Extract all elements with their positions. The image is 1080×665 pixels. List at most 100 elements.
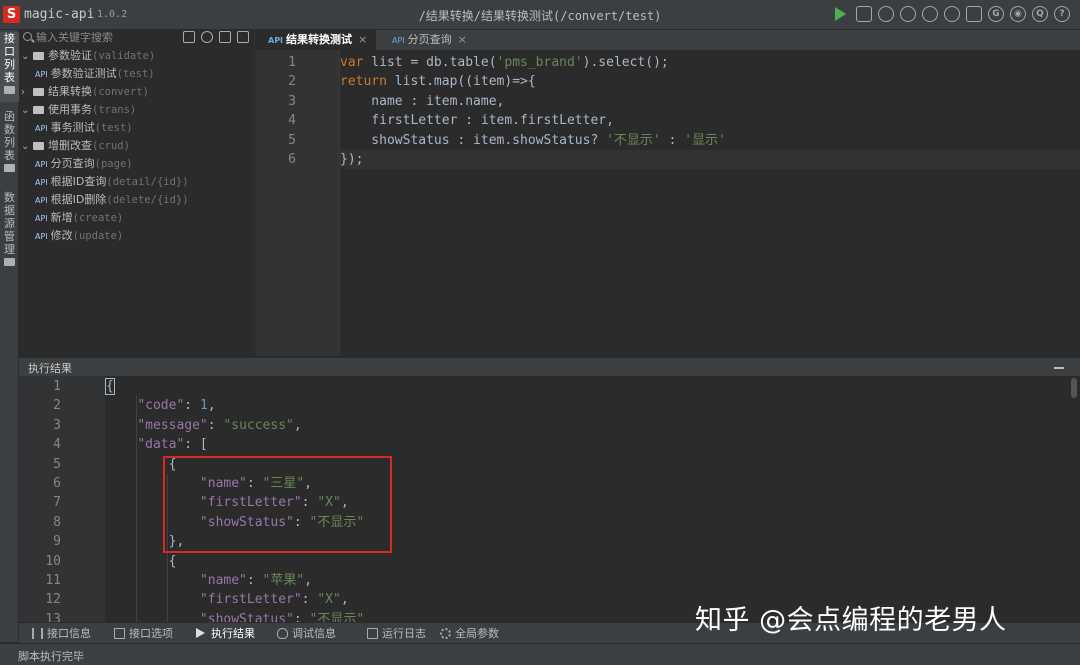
tab-api-list-char: 口 — [4, 45, 15, 58]
bottom-tab[interactable]: 接口信息 — [25, 623, 91, 644]
line-number: 6 — [288, 152, 296, 167]
tree-api-item[interactable]: API 根据ID删除(delete/{id}) — [19, 191, 255, 209]
close-icon[interactable]: × — [358, 33, 367, 46]
code-token: list.map((item)=>{ — [386, 74, 536, 90]
sort-icon[interactable] — [237, 31, 249, 43]
tree-group[interactable]: ⌄ 使用事务(trans) — [19, 101, 255, 119]
json-token: , — [304, 476, 313, 491]
bottom-tab[interactable]: 运行日志 — [360, 623, 426, 644]
json-token: }, — [106, 534, 185, 550]
bottom-tab[interactable]: 调试信息 — [270, 623, 336, 644]
save-icon[interactable] — [856, 6, 872, 22]
code-line: }); — [340, 150, 1080, 169]
line-number: 8 — [53, 514, 61, 530]
code-editor[interactable]: 1 2 3 4 5 6 var list = db.table('pms_brand').s… — [256, 50, 1080, 356]
bottom-tab-label: 运行日志 — [382, 627, 426, 640]
tab-api-list-char: 接 — [4, 32, 15, 45]
upload-icon[interactable] — [900, 6, 916, 22]
editor-tab[interactable]: API 分页查询 × — [380, 30, 470, 50]
code-token: return — [340, 74, 387, 90]
json-token: "showStatus" — [199, 611, 294, 622]
tree-group[interactable]: ⌄ 增删改查(crud) — [19, 137, 255, 155]
help-icon[interactable]: ? — [1054, 6, 1070, 22]
chevron-right-icon[interactable]: › — [21, 84, 33, 102]
tree-api-item[interactable]: API 新增(create) — [19, 209, 255, 227]
chevron-down-icon[interactable]: ⌄ — [21, 138, 33, 156]
editor-tab[interactable]: API 结果转换测试 × — [256, 30, 376, 50]
api-icon: API — [35, 160, 48, 169]
json-token: : — [293, 514, 310, 530]
tree-api-item[interactable]: API 修改(update) — [19, 227, 255, 245]
api-icon: API — [35, 214, 48, 223]
line-number: 5 — [53, 456, 61, 472]
skin-icon[interactable] — [966, 6, 982, 22]
json-token: "苹果" — [262, 573, 305, 588]
tree-item-path: (page) — [94, 158, 133, 170]
chevron-down-icon[interactable]: ⌄ — [21, 48, 33, 66]
tree-item-name: 参数验证 — [48, 49, 92, 62]
bottom-tab[interactable]: 执行结果 — [189, 623, 255, 644]
download-icon[interactable] — [944, 6, 960, 22]
scrollbar-thumb[interactable] — [1071, 378, 1077, 398]
tree-api-item[interactable]: API 参数验证测试(test) — [19, 65, 255, 83]
json-token: "code" — [137, 398, 185, 414]
result-output[interactable]: 1 2 3 4 5 6 7 8 9 10 11 12 13{ "code": 1, "message":… — [19, 376, 1080, 622]
tree-item-path: (test) — [116, 68, 155, 80]
line-number: 3 — [288, 93, 296, 109]
folder-icon — [33, 88, 44, 96]
refresh-icon[interactable] — [201, 31, 213, 43]
json-token: "X" — [317, 495, 341, 511]
close-icon[interactable]: × — [458, 33, 467, 46]
api-icon: API — [268, 36, 284, 45]
bottom-tab[interactable]: 接口选项 — [107, 623, 173, 644]
tab-datasource[interactable]: 数 据 源 管 理 — [0, 191, 19, 273]
cloud-upload-icon[interactable] — [922, 6, 938, 22]
json-line: "showStatus": "不显示" — [106, 610, 364, 622]
json-line: "message": "success", — [106, 416, 301, 436]
bottom-tab-label: 调试信息 — [292, 627, 336, 640]
code-line: firstLetter : item.firstLetter, — [340, 111, 614, 130]
tree-group[interactable]: › 结果转换(convert) — [19, 83, 255, 101]
tree-api-item[interactable]: API 根据ID查询(detail/{id}) — [19, 173, 255, 191]
code-token: showStatus : item.showStatus? — [340, 132, 607, 148]
qq-icon[interactable]: Q — [1032, 6, 1048, 22]
json-token: "X" — [317, 592, 341, 608]
run-icon[interactable] — [835, 7, 846, 21]
tree-item-path: (trans) — [92, 104, 137, 116]
options-icon — [114, 628, 125, 639]
result-scrollbar[interactable] — [1071, 378, 1077, 618]
tree-group[interactable]: ⌄ 参数验证(validate) — [19, 47, 255, 65]
code-token: var — [340, 55, 364, 70]
json-token: : — [184, 398, 200, 414]
line-number: 4 — [288, 113, 296, 129]
debug-icon — [277, 628, 288, 639]
tab-datasource-char: 据 — [4, 204, 15, 217]
info-icon — [32, 628, 43, 639]
tab-api-list-char: 表 — [4, 71, 15, 84]
folder-icon — [33, 106, 44, 114]
github-icon[interactable]: ◉ — [1010, 6, 1026, 22]
api-icon: API — [35, 70, 48, 79]
copy-icon[interactable] — [219, 31, 231, 43]
tree-api-item[interactable]: API 事务测试(test) — [19, 119, 255, 137]
new-folder-icon[interactable] — [183, 31, 195, 43]
tab-function-list[interactable]: 函 数 列 表 — [0, 110, 19, 180]
tree-item-name: 修改 — [50, 229, 73, 242]
chevron-down-icon[interactable]: ⌄ — [21, 102, 33, 120]
gitee-icon[interactable]: G — [988, 6, 1004, 22]
bottom-tab[interactable]: 全局参数 — [433, 623, 499, 644]
tab-api-list[interactable]: 接 口 列 表 — [0, 32, 19, 102]
code-token: list = db.table( — [363, 55, 497, 70]
history-icon[interactable] — [878, 6, 894, 22]
result-panel-header: 执行结果 — [19, 357, 1080, 376]
json-token: "不显示" — [309, 611, 365, 622]
minimize-icon[interactable] — [1054, 367, 1064, 369]
tree-api-item[interactable]: API 分页查询(page) — [19, 155, 255, 173]
search-input[interactable] — [36, 30, 176, 45]
code-token: firstLetter : item.firstLetter, — [340, 113, 614, 129]
